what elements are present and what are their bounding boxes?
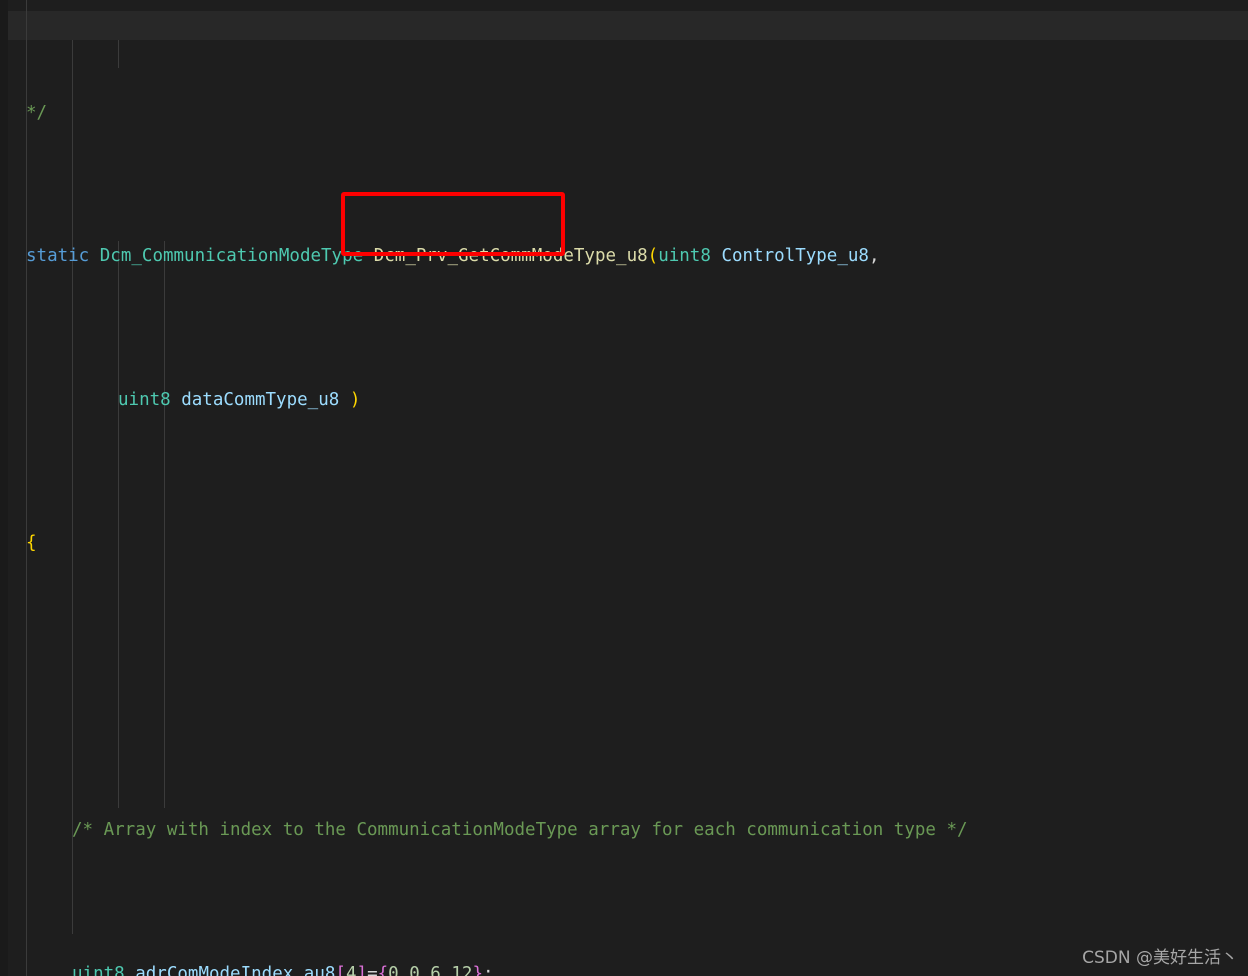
- code-line-open-brace: {: [0, 529, 1248, 558]
- comma: ,: [868, 246, 880, 267]
- paren-open: (: [647, 246, 659, 267]
- code-line-partial-comment: */: [0, 99, 1248, 128]
- array-name-token: adrComModeIndex_au8: [135, 963, 336, 976]
- comment-token: */: [26, 102, 48, 123]
- return-type-token: Dcm_CommunicationModeType: [99, 246, 364, 267]
- semicolon: ;: [483, 963, 494, 976]
- brace-open-function: {: [26, 533, 37, 554]
- array-size-token: 4: [345, 963, 357, 976]
- csdn-watermark: CSDN @美好生活丶: [1082, 948, 1238, 968]
- param-type-token: uint8: [118, 389, 171, 410]
- array-values-token: 0,0,6,12: [388, 963, 473, 976]
- code-line-signature-1: static Dcm_CommunicationModeType Dcm_Prv…: [0, 242, 1248, 271]
- code-line-index-array-decl: uint8 adrComModeIndex_au8[4]={0,0,6,12};: [0, 960, 1248, 976]
- source-code-block[interactable]: */ static Dcm_CommunicationModeType Dcm_…: [0, 0, 1248, 976]
- code-editor-pane[interactable]: */ static Dcm_CommunicationModeType Dcm_…: [0, 0, 1248, 976]
- bracket-open: [: [335, 963, 346, 976]
- brace-close-initializer: }: [472, 963, 483, 976]
- param-name-token: dataCommType_u8: [181, 389, 340, 410]
- keyword-static: static: [26, 246, 90, 267]
- assign-operator: =: [367, 963, 378, 976]
- paren-close: ): [349, 389, 361, 410]
- comment-token: /* Array with index to the Communication…: [72, 820, 968, 841]
- type-token: uint8: [72, 963, 125, 976]
- param-type-token: uint8: [658, 246, 711, 267]
- bracket-close: ]: [356, 963, 368, 976]
- function-name-token: Dcm_Prv_GetCommModeType_u8: [373, 246, 648, 267]
- brace-open-initializer: {: [377, 963, 389, 976]
- code-line-signature-2: uint8 dataCommType_u8 ): [0, 386, 1248, 415]
- param-name-token: ControlType_u8: [721, 246, 869, 267]
- code-line-comment-1: /* Array with index to the Communication…: [0, 816, 1248, 845]
